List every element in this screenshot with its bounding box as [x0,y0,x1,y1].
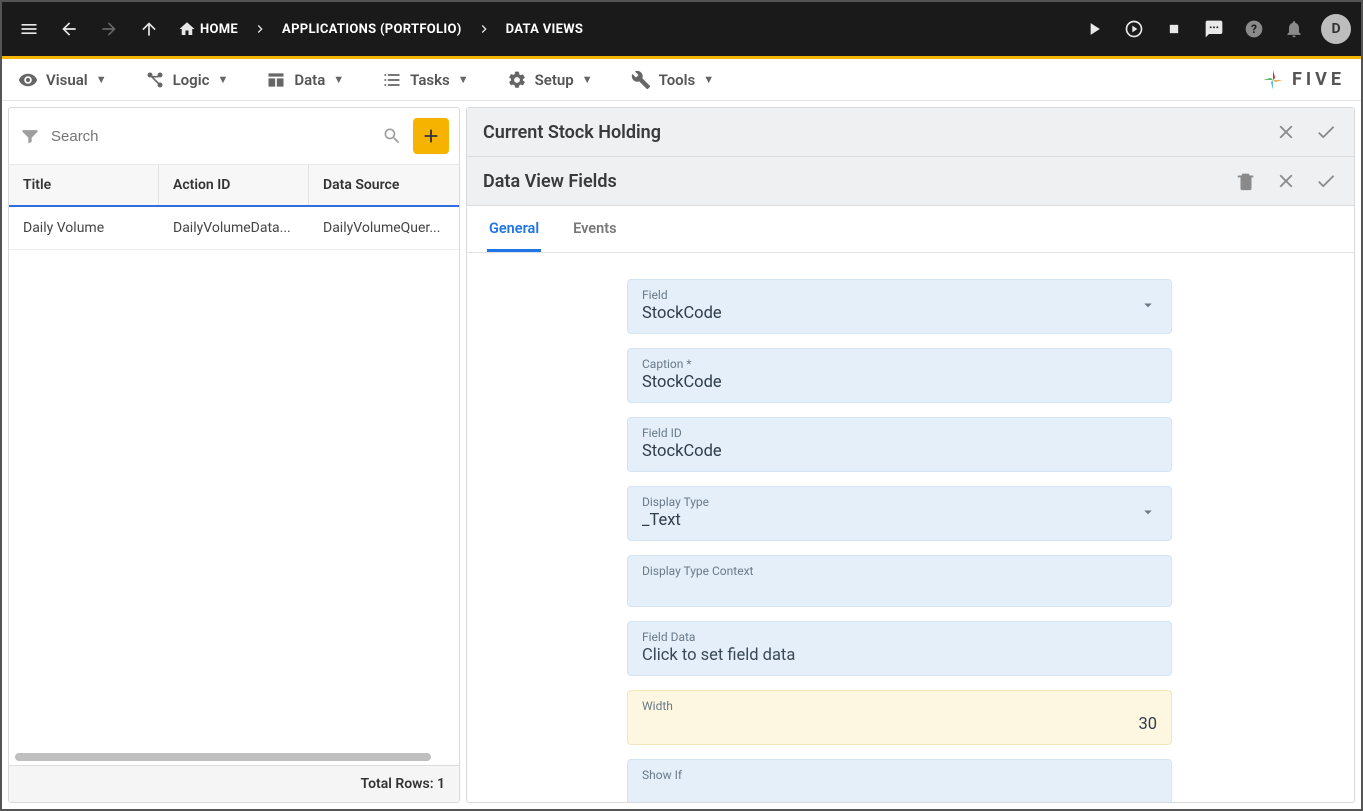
field-fielddata[interactable]: Field Data Click to set field data [627,621,1172,676]
label-displaytype-context: Display Type Context [642,564,1157,578]
sub-panel-header: Data View Fields [467,157,1354,206]
field-field[interactable]: Field StockCode [627,279,1172,334]
column-title[interactable]: Title [9,165,159,205]
value-field: StockCode [642,304,1157,323]
label-fielddata: Field Data [642,630,1157,644]
top-bar: HOME APPLICATIONS (PORTFOLIO) DATA VIEWS… [2,2,1361,56]
close-icon[interactable] [1274,169,1298,193]
tab-general[interactable]: General [487,206,541,252]
run-icon[interactable] [1077,12,1111,46]
main-area: Title Action ID Data Source Daily Volume… [2,101,1361,809]
breadcrumb-home[interactable]: HOME [172,20,244,38]
left-panel: Title Action ID Data Source Daily Volume… [8,107,460,803]
check-icon[interactable] [1314,169,1338,193]
chevron-down-icon[interactable] [1139,503,1157,525]
label-showif: Show If [642,768,1157,782]
chevron-right-icon [250,21,270,37]
bell-icon[interactable] [1277,12,1311,46]
breadcrumb-applications[interactable]: APPLICATIONS (PORTFOLIO) [276,22,468,37]
table-header: Title Action ID Data Source [9,165,459,207]
column-action-id[interactable]: Action ID [159,165,309,205]
close-icon[interactable] [1274,120,1298,144]
chevron-down-icon[interactable] [1139,296,1157,318]
page-title: Current Stock Holding [483,122,661,143]
search-icon[interactable] [381,125,403,147]
tabs: General Events [467,206,1354,253]
menu-data[interactable]: Data▼ [266,70,344,90]
cell-data-source: DailyVolumeQuer... [309,207,459,249]
brand-logo: FIVE [1260,67,1345,93]
cell-title: Daily Volume [9,207,159,249]
label-width: Width [642,699,1157,713]
search-input[interactable] [51,128,371,145]
chat-icon[interactable] [1197,12,1231,46]
breadcrumb-dataviews[interactable]: DATA VIEWS [500,22,590,37]
tab-events[interactable]: Events [571,206,618,252]
menu-tasks[interactable]: Tasks▼ [382,70,468,90]
value-fielddata: Click to set field data [642,646,1157,665]
label-displaytype: Display Type [642,495,1157,509]
menu-setup[interactable]: Setup▼ [507,70,593,90]
menu-visual[interactable]: Visual▼ [18,70,107,90]
value-fieldid: StockCode [642,442,1157,461]
table-body: Daily Volume DailyVolumeData... DailyVol… [9,207,459,747]
add-button[interactable] [413,118,449,154]
table-row[interactable]: Daily Volume DailyVolumeData... DailyVol… [9,207,459,250]
hamburger-icon[interactable] [12,12,46,46]
sub-title: Data View Fields [483,171,617,192]
form-area: Field StockCode Caption * StockCode Fiel… [467,253,1354,802]
field-displaytype[interactable]: Display Type _Text [627,486,1172,541]
help-icon[interactable]: ? [1237,12,1271,46]
column-data-source[interactable]: Data Source [309,165,459,205]
horizontal-scrollbar[interactable] [15,751,453,765]
back-icon[interactable] [52,12,86,46]
forward-icon [92,12,126,46]
value-width: 30 [642,715,1157,734]
right-panel: Current Stock Holding Data View Fields [466,107,1355,803]
field-caption[interactable]: Caption * StockCode [627,348,1172,403]
avatar[interactable]: D [1321,14,1351,44]
chevron-right-icon [474,21,494,37]
field-width[interactable]: Width 30 [627,690,1172,745]
delete-icon[interactable] [1234,169,1258,193]
value-displaytype: _Text [642,511,1157,530]
up-icon[interactable] [132,12,166,46]
label-fieldid: Field ID [642,426,1157,440]
label-field: Field [642,288,1157,302]
stop-icon[interactable] [1157,12,1191,46]
svg-text:?: ? [1251,22,1257,36]
field-displaytype-context[interactable]: Display Type Context [627,555,1172,607]
cell-action-id: DailyVolumeData... [159,207,309,249]
check-icon[interactable] [1314,120,1338,144]
menu-tools[interactable]: Tools▼ [631,70,715,90]
value-caption: StockCode [642,373,1157,392]
field-fieldid[interactable]: Field ID StockCode [627,417,1172,472]
panel-header: Current Stock Holding [467,108,1354,157]
table-footer: Total Rows: 1 [9,765,459,802]
label-caption: Caption * [642,357,1157,371]
menu-bar: Visual▼ Logic▼ Data▼ Tasks▼ Setup▼ Tools… [2,59,1361,101]
menu-logic[interactable]: Logic▼ [145,70,229,90]
deploy-icon[interactable] [1117,12,1151,46]
field-showif[interactable]: Show If [627,759,1172,802]
filter-icon[interactable] [19,125,41,147]
